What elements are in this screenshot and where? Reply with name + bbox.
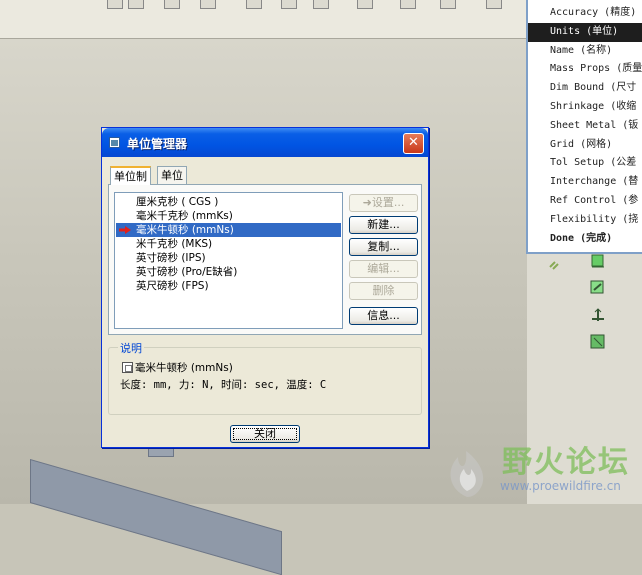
toolbar-icon[interactable] <box>486 0 502 9</box>
unit-systems-page: 厘米克秒 ( CGS ) 毫米千克秒 (mmKs) 毫米牛顿秒 (mmNs) 米… <box>108 184 422 335</box>
delete-button[interactable]: 删除 <box>349 282 418 300</box>
menu-item-shrinkage[interactable]: Shrinkage (收缩 <box>528 98 642 117</box>
menu-item-tol-setup[interactable]: Tol Setup (公差 <box>528 154 642 173</box>
watermark-text: 野火论坛 <box>502 445 630 480</box>
menu-item-flexibility[interactable]: Flexibility (挠 <box>528 211 642 230</box>
description-title: 说明 <box>118 340 144 356</box>
datum-plane-icon[interactable] <box>590 253 606 269</box>
new-button[interactable]: 新建... <box>349 216 418 234</box>
edit-button[interactable]: 编辑... <box>349 260 418 278</box>
copy-button[interactable]: 复制... <box>349 238 418 256</box>
menu-item-mass-props[interactable]: Mass Props (质量 <box>528 60 642 79</box>
unit-system-list[interactable]: 厘米克秒 ( CGS ) 毫米千克秒 (mmKs) 毫米牛顿秒 (mmNs) 米… <box>114 192 343 329</box>
info-button[interactable]: 信息... <box>349 307 418 325</box>
toolbar-icon[interactable] <box>281 0 297 9</box>
units-manager-dialog: 单位管理器 ✕ 单位制 单位 厘米克秒 ( CGS ) 毫米千克秒 (mmKs)… <box>101 127 429 448</box>
menu-manager: Accuracy (精度) Units (单位) Name (名称) Mass … <box>526 0 642 254</box>
datum-point-icon[interactable] <box>590 334 606 350</box>
forum-watermark: 野火论坛 www.proewildfire.cn <box>430 437 642 504</box>
menu-item-done[interactable]: Done (完成) <box>528 230 642 249</box>
list-item-label: 毫米牛顿秒 (mmNs) <box>136 224 234 236</box>
tab-unit-systems[interactable]: 单位制 <box>110 166 151 185</box>
sketch-icon[interactable] <box>590 279 606 295</box>
toolbar-icon[interactable] <box>107 0 123 9</box>
toolbar-icon[interactable] <box>313 0 329 9</box>
chain-icon[interactable] <box>549 255 565 271</box>
toolbar-icon[interactable] <box>246 0 262 9</box>
menu-item-sheet-metal[interactable]: Sheet Metal (钣 <box>528 117 642 136</box>
window-icon <box>109 137 120 148</box>
menu-item-dim-bound[interactable]: Dim Bound (尺寸 <box>528 79 642 98</box>
unit-system-icon <box>122 362 133 373</box>
list-item[interactable]: 英尺磅秒 (FPS) <box>116 279 341 293</box>
list-item[interactable]: 厘米克秒 ( CGS ) <box>116 195 341 209</box>
dialog-title: 单位管理器 <box>127 137 188 151</box>
tab-units[interactable]: 单位 <box>157 166 187 184</box>
description-detail: 长度: mm, 力: N, 时间: sec, 温度: C <box>120 379 327 391</box>
toolbar-icon[interactable] <box>400 0 416 9</box>
list-item-selected[interactable]: 毫米牛顿秒 (mmNs) <box>116 223 341 237</box>
toolbar-icon[interactable] <box>128 0 144 9</box>
menu-item-interchange[interactable]: Interchange (替 <box>528 173 642 192</box>
close-button[interactable]: 关闭 <box>230 425 300 443</box>
toolbar-icon[interactable] <box>440 0 456 9</box>
menu-item-name[interactable]: Name (名称) <box>528 42 642 61</box>
datum-axis-icon[interactable] <box>590 307 606 323</box>
set-button[interactable]: ➜设置... <box>349 194 418 212</box>
menu-item-ref-control[interactable]: Ref Control (参 <box>528 192 642 211</box>
menu-item-units[interactable]: Units (单位) <box>528 22 642 42</box>
flame-logo-icon <box>450 451 484 497</box>
toolbar-icon[interactable] <box>357 0 373 9</box>
toolbar-icon[interactable] <box>200 0 216 9</box>
watermark-url: www.proewildfire.cn <box>500 479 621 493</box>
list-item[interactable]: 英寸磅秒 (Pro/E缺省) <box>116 265 341 279</box>
menu-item-grid[interactable]: Grid (网格) <box>528 136 642 155</box>
menu-item-accuracy[interactable]: Accuracy (精度) <box>528 4 642 23</box>
close-icon[interactable]: ✕ <box>403 133 424 154</box>
model-geometry <box>30 459 282 575</box>
current-arrow-icon <box>119 226 131 234</box>
description-name: 毫米牛顿秒 (mmNs) <box>135 362 233 374</box>
dialog-titlebar[interactable]: 单位管理器 ✕ <box>102 128 428 157</box>
list-item[interactable]: 英寸磅秒 (IPS) <box>116 251 341 265</box>
toolbar-icon[interactable] <box>164 0 180 9</box>
list-item[interactable]: 米千克秒 (MKS) <box>116 237 341 251</box>
list-item[interactable]: 毫米千克秒 (mmKs) <box>116 209 341 223</box>
